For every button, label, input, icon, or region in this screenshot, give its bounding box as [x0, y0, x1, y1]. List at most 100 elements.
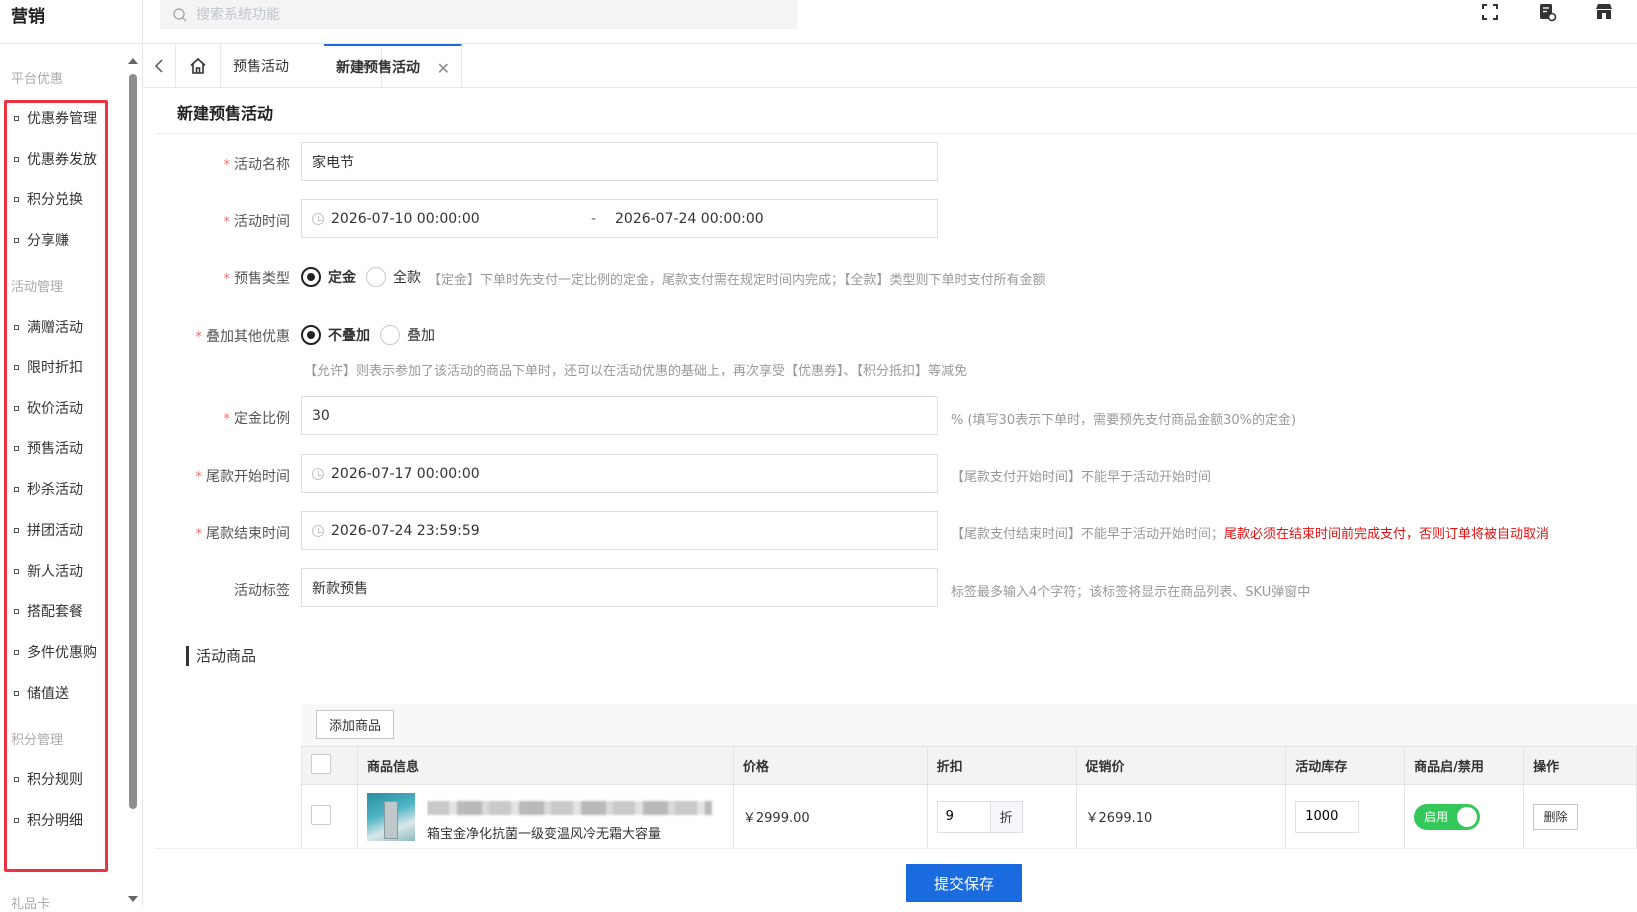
sidebar-item-bargain[interactable]: 砍价活动: [14, 396, 106, 420]
start-time[interactable]: 2026-07-10 00:00:00: [331, 211, 591, 227]
submit-save-button[interactable]: 提交保存: [906, 864, 1022, 902]
bullet-icon: [14, 445, 19, 451]
table-header-row: 商品信息 价格 折扣 促销价 活动库存 商品启/禁用 操作: [301, 746, 1637, 785]
col-product-info: 商品信息: [356, 746, 734, 785]
balance-end-field[interactable]: 2026-07-24 23:59:59: [301, 511, 938, 550]
bullet-icon: [14, 817, 19, 823]
sidebar-item-seckill[interactable]: 秒杀活动: [14, 477, 106, 501]
stack-label: * 叠加其他优惠: [195, 329, 291, 345]
radio-checked-icon: [301, 267, 321, 287]
products-section-title: 活动商品: [186, 646, 256, 666]
sidebar-title: 营销: [11, 7, 45, 27]
sidebar-item-recharge[interactable]: 储值送: [14, 681, 106, 705]
stock-input[interactable]: [1295, 800, 1360, 833]
store-icon[interactable]: [1594, 2, 1614, 22]
deposit-ratio-input[interactable]: [312, 407, 937, 424]
activity-name-input[interactable]: [312, 153, 937, 170]
sidebar-item-gift[interactable]: 满赠活动: [14, 315, 106, 339]
radio-deposit[interactable]: 定金: [301, 267, 356, 287]
presale-type-hint: 【定金】下单时先支付一定比例的定金，尾款支付需在规定时间内完成；【全款】类型则下…: [428, 273, 1046, 288]
col-promo-price: 促销价: [1075, 746, 1287, 785]
sidebar-item-newcomer[interactable]: 新人活动: [14, 559, 106, 583]
col-price: 价格: [732, 746, 928, 785]
bullet-icon: [14, 608, 19, 614]
fullscreen-icon[interactable]: [1480, 2, 1500, 22]
activity-time-label: * 活动时间: [223, 214, 291, 230]
balance-start-value[interactable]: 2026-07-17 00:00:00: [331, 466, 480, 482]
bullet-icon: [14, 486, 19, 492]
sidebar-group-platform: 平台优惠: [11, 72, 64, 87]
bullet-icon: [14, 527, 19, 533]
discount-input[interactable]: [937, 801, 990, 832]
tab-home[interactable]: [176, 44, 221, 88]
sidebar-scrollbar[interactable]: [129, 74, 137, 809]
scroll-up-icon[interactable]: [128, 58, 138, 64]
checkbox-icon[interactable]: [311, 804, 331, 825]
delete-button[interactable]: 删除: [1533, 803, 1579, 830]
search-icon: [173, 7, 187, 21]
row-select[interactable]: [301, 784, 358, 849]
stack-hint: 【允许】则表示参加了该活动的商品下单时，还可以在活动优惠的基础上，再次享受【优惠…: [304, 364, 968, 379]
scroll-down-icon[interactable]: [128, 896, 138, 902]
radio-unchecked-icon: [366, 267, 386, 287]
document-settings-icon[interactable]: [1537, 2, 1557, 22]
range-separator: -: [591, 210, 597, 227]
radio-full-payment[interactable]: 全款: [366, 267, 421, 287]
bullet-icon: [14, 364, 19, 370]
activity-tag-field[interactable]: [301, 568, 938, 607]
radio-no-stack[interactable]: 不叠加: [301, 325, 370, 345]
search-box[interactable]: [160, 0, 797, 29]
end-time[interactable]: 2026-07-24 00:00:00: [615, 211, 764, 227]
activity-name-field[interactable]: [301, 142, 938, 181]
page-title: 新建预售活动: [177, 104, 274, 123]
title-divider: [155, 133, 1637, 134]
discount-input-group[interactable]: 折: [936, 800, 1023, 833]
activity-time-range[interactable]: 2026-07-10 00:00:00 - 2026-07-24 00:00:0…: [301, 199, 938, 238]
tab-new-presale[interactable]: 新建预售活动 ✕: [324, 44, 462, 88]
sidebar-item-bundle[interactable]: 搭配套餐: [14, 599, 106, 623]
bullet-icon: [14, 776, 19, 782]
balance-end-label: * 尾款结束时间: [195, 526, 291, 542]
sidebar-item-points-exchange[interactable]: 积分兑换: [14, 187, 106, 211]
search-input[interactable]: [196, 6, 776, 23]
sidebar-item-points-rule[interactable]: 积分规则: [14, 767, 106, 791]
stock-cell: [1285, 784, 1406, 849]
sidebar: 营销 平台优惠 优惠券管理 优惠券发放 积分兑换 分享赚 活动管理 满赠活动 限…: [0, 0, 143, 912]
sidebar-item-coupon-manage[interactable]: 优惠券管理: [14, 106, 106, 130]
sidebar-item-group-buy[interactable]: 拼团活动: [14, 518, 106, 542]
table-row: 箱宝金净化抗菌一级变温风冷无霜大容量 ￥2999.00 折 ￥2699.10 启…: [301, 784, 1637, 849]
actions-cell: 删除: [1523, 784, 1637, 849]
activity-name-label: * 活动名称: [223, 157, 291, 173]
radio-stack[interactable]: 叠加: [380, 325, 435, 345]
toggle-cell: 启用: [1404, 784, 1525, 849]
sidebar-item-points-detail[interactable]: 积分明细: [14, 808, 106, 832]
balance-start-hint: 【尾款支付开始时间】不能早于活动开始时间: [951, 470, 1212, 485]
sidebar-item-multi-buy[interactable]: 多件优惠购: [14, 640, 106, 664]
top-bar: [143, 0, 1637, 44]
promo-price-cell: ￥2699.10: [1075, 784, 1287, 849]
sidebar-divider: [0, 43, 143, 44]
balance-end-value[interactable]: 2026-07-24 23:59:59: [331, 523, 480, 539]
sidebar-item-coupon-issue[interactable]: 优惠券发放: [14, 147, 106, 171]
home-icon: [190, 57, 206, 74]
bullet-icon: [14, 649, 19, 655]
header-select-all[interactable]: [301, 746, 358, 785]
tab-back-button[interactable]: [143, 44, 176, 88]
checkbox-icon[interactable]: [311, 753, 331, 774]
products-table: 商品信息 价格 折扣 促销价 活动库存 商品启/禁用 操作 箱宝金净化抗菌一级变…: [301, 746, 1637, 849]
deposit-ratio-hint: % (填写30表示下单时，需要预先支付商品金额30%的定金): [951, 413, 1297, 428]
deposit-ratio-label: * 定金比例: [223, 411, 291, 427]
bullet-icon: [14, 115, 19, 121]
sidebar-item-share-earn[interactable]: 分享赚: [14, 228, 106, 252]
sidebar-item-presale[interactable]: 预售活动: [14, 436, 106, 460]
col-toggle: 商品启/禁用: [1404, 746, 1525, 785]
activity-tag-input[interactable]: [312, 579, 937, 596]
add-product-button[interactable]: 添加商品: [316, 710, 394, 739]
bullet-icon: [14, 568, 19, 574]
balance-start-field[interactable]: 2026-07-17 00:00:00: [301, 454, 938, 493]
enable-switch[interactable]: 启用: [1414, 803, 1481, 830]
deposit-ratio-field[interactable]: [301, 396, 938, 435]
sidebar-group-points: 积分管理: [11, 733, 64, 748]
sidebar-item-flash-discount[interactable]: 限时折扣: [14, 355, 106, 379]
close-icon[interactable]: ✕: [437, 59, 450, 78]
